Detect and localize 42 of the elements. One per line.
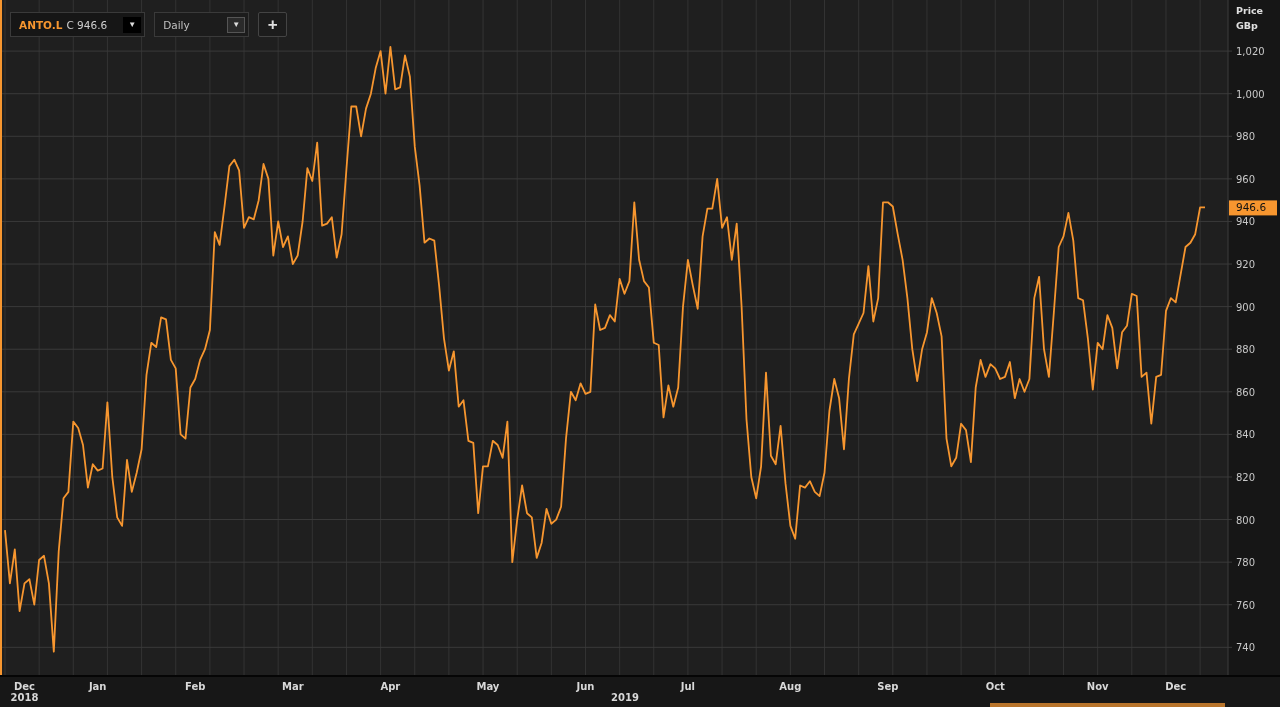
y-tick-label: 800 [1236, 514, 1256, 526]
month-label: Feb [185, 681, 206, 692]
month-label: Dec [1165, 681, 1187, 692]
last-price-tag: 946.6 [1229, 200, 1277, 216]
y-tick-label: 860 [1236, 386, 1256, 398]
y-tick-label: 840 [1236, 429, 1256, 441]
month-label: Oct [985, 681, 1005, 692]
year-label: 2019 [611, 692, 639, 703]
y-tick-label: 880 [1236, 344, 1256, 356]
y-tick-label: 900 [1236, 301, 1256, 313]
month-label: Sep [877, 681, 899, 692]
interval-dropdown[interactable]: Daily ▼ [154, 12, 250, 37]
y-tick-label: 740 [1236, 642, 1256, 654]
dropdown-button[interactable]: ▼ [123, 16, 142, 33]
y-tick-label: 960 [1236, 173, 1256, 185]
dropdown-button[interactable]: ▼ [227, 16, 246, 33]
month-label: Jan [88, 681, 107, 692]
month-label: Jul [680, 681, 696, 692]
y-tick-label: 820 [1236, 471, 1256, 483]
month-label: Mar [282, 681, 304, 692]
year-label: 2018 [10, 692, 39, 703]
month-label: Nov [1086, 681, 1109, 692]
month-label: May [476, 681, 500, 692]
axis-title: Price [1236, 5, 1263, 16]
month-label: Jun [576, 681, 595, 692]
y-tick-label: 780 [1236, 557, 1256, 569]
month-label: Dec [14, 681, 35, 692]
y-tick-label: 980 [1236, 131, 1256, 143]
interval-label: Daily [163, 18, 190, 31]
y-tick-label: 760 [1236, 599, 1256, 611]
month-label: Apr [380, 681, 401, 692]
month-label: Aug [779, 681, 802, 692]
quote-value: C 946.6 [66, 18, 108, 31]
y-tick-label: 1,000 [1236, 88, 1265, 100]
axis-unit: GBp [1236, 20, 1258, 31]
add-button[interactable]: + [258, 12, 288, 37]
y-tick-label: 920 [1236, 259, 1256, 271]
symbol-name: ANTO.L [19, 18, 63, 31]
y-tick-label: 940 [1236, 216, 1256, 228]
navigator-bar[interactable] [990, 703, 1225, 707]
symbol-selector[interactable]: ANTO.L C 946.6 ▼ [10, 12, 146, 37]
y-tick-label: 1,020 [1236, 46, 1265, 58]
